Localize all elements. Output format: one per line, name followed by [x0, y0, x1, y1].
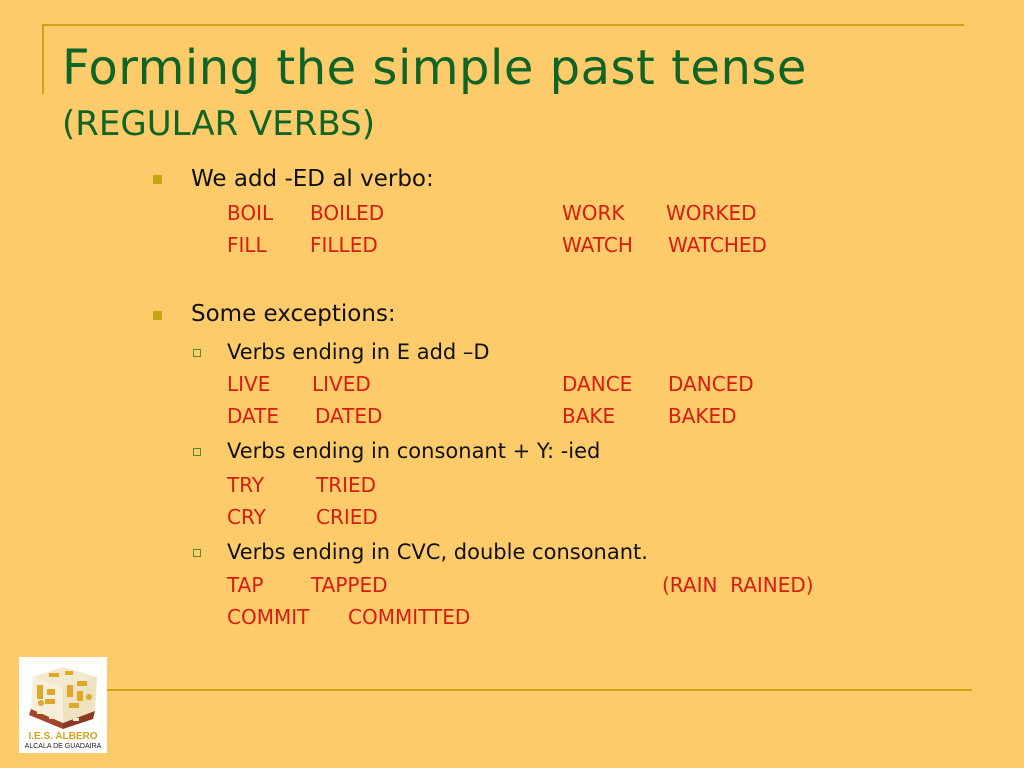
example-note: (RAIN RAINED): [662, 573, 814, 597]
example-past: CRIED: [316, 505, 378, 529]
example-past: DANCED: [668, 372, 754, 396]
square-bullet-icon: [153, 311, 162, 320]
example-past: WORKED: [666, 201, 757, 225]
bottom-rule: [106, 689, 972, 691]
example-past: COMMITTED: [348, 605, 471, 629]
example-past: FILLED: [310, 233, 378, 257]
example-base: WORK: [562, 201, 625, 225]
section1-heading: We add -ED al verbo:: [191, 166, 434, 192]
example-past: TAPPED: [311, 573, 388, 597]
example-base: DATE: [227, 404, 280, 428]
cube-logo-icon: [29, 667, 97, 729]
example-past: BAKED: [668, 404, 737, 428]
hollow-square-bullet-icon: [193, 549, 201, 557]
example-base: CRY: [227, 505, 266, 529]
section2-heading: Some exceptions:: [191, 301, 396, 327]
slide-title: Forming the simple past tense: [62, 40, 807, 96]
left-rule: [42, 24, 44, 94]
example-base: TRY: [227, 473, 265, 497]
example-base: DANCE: [562, 372, 633, 396]
hollow-square-bullet-icon: [193, 448, 201, 456]
example-base: LIVE: [227, 372, 271, 396]
slide-subtitle: (REGULAR VERBS): [62, 104, 375, 144]
example-past: LIVED: [312, 372, 371, 396]
rule-text: Verbs ending in consonant + Y: -ied: [227, 439, 601, 463]
school-logo: I.E.S. ALBERO ALCALA DE GUADAIRA: [19, 657, 107, 753]
example-base: COMMIT: [227, 605, 310, 629]
example-base: TAP: [227, 573, 264, 597]
example-past: TRIED: [316, 473, 377, 497]
square-bullet-icon: [153, 175, 162, 184]
logo-city: ALCALA DE GUADAIRA: [24, 743, 102, 750]
logo-school-name: I.E.S. ALBERO: [28, 731, 98, 742]
example-past: WATCHED: [668, 233, 767, 257]
rule-text: Verbs ending in CVC, double consonant.: [227, 540, 648, 564]
example-base: WATCH: [562, 233, 633, 257]
hollow-square-bullet-icon: [193, 349, 201, 357]
example-base: FILL: [227, 233, 267, 257]
example-base: BOIL: [227, 201, 274, 225]
rule-text: Verbs ending in E add –D: [227, 340, 490, 364]
example-past: BOILED: [310, 201, 385, 225]
example-past: DATED: [315, 404, 383, 428]
top-rule: [42, 24, 964, 26]
example-base: BAKE: [562, 404, 616, 428]
